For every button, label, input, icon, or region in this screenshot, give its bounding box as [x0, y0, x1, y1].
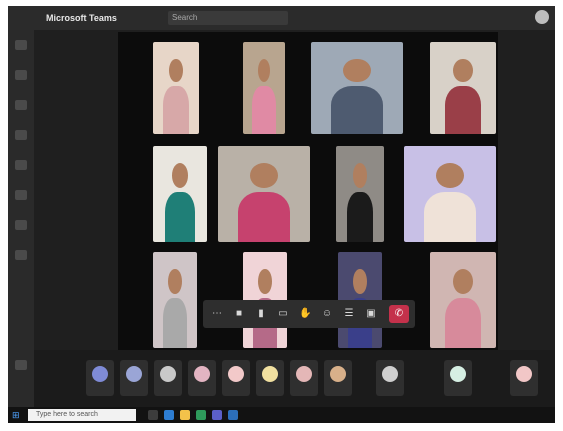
rail-item[interactable]: [15, 160, 27, 170]
video-tile[interactable]: [218, 146, 310, 242]
participant-tile[interactable]: [120, 360, 148, 396]
participant-tile[interactable]: [290, 360, 318, 396]
participant-body: [444, 298, 482, 348]
participant-face: [436, 163, 464, 189]
video-tile[interactable]: [153, 252, 197, 348]
share-screen-icon[interactable]: ▭: [277, 308, 289, 320]
title-bar: Microsoft Teams Search: [8, 6, 555, 30]
folder-icon[interactable]: [180, 410, 190, 420]
video-tile[interactable]: [404, 146, 496, 242]
rail-item[interactable]: [15, 220, 27, 230]
participant-avatar: [382, 366, 398, 382]
user-avatar[interactable]: [535, 10, 549, 24]
windows-start-icon[interactable]: ⊞: [12, 410, 22, 420]
edge-icon[interactable]: [164, 410, 174, 420]
participant-face: [343, 58, 371, 83]
video-tile[interactable]: [430, 42, 496, 134]
teams-window: Microsoft Teams Search ⋯ ■ ▮ ▭ ✋ ☺ ☰ ▣ ✆…: [8, 6, 555, 423]
participant-face: [453, 269, 473, 295]
participant-avatar: [450, 366, 466, 382]
participant-strip: [34, 350, 555, 407]
chat-icon[interactable]: ▣: [365, 308, 377, 320]
participant-avatar: [92, 366, 108, 382]
video-tile[interactable]: [153, 146, 207, 242]
participant-avatar: [194, 366, 210, 382]
participant-tile[interactable]: [188, 360, 216, 396]
participant-face: [258, 269, 272, 295]
more-actions-icon[interactable]: ⋯: [211, 308, 223, 320]
participant-avatar: [330, 366, 346, 382]
participant-body: [238, 192, 290, 242]
participant-face: [169, 58, 183, 83]
word-icon[interactable]: [228, 410, 238, 420]
participant-avatar: [126, 366, 142, 382]
participant-tile[interactable]: [86, 360, 114, 396]
rail-item[interactable]: [15, 190, 27, 200]
call-controls-bar: ⋯ ■ ▮ ▭ ✋ ☺ ☰ ▣ ✆: [203, 300, 415, 328]
participant-tile[interactable]: [376, 360, 404, 396]
participant-tile[interactable]: [510, 360, 538, 396]
participant-tile[interactable]: [222, 360, 250, 396]
search-input[interactable]: Search: [168, 11, 288, 25]
rail-item[interactable]: [15, 130, 27, 140]
video-tile[interactable]: [243, 42, 285, 134]
reactions-icon[interactable]: ☺: [321, 308, 333, 320]
participant-face: [168, 269, 182, 295]
teams-icon[interactable]: [212, 410, 222, 420]
participant-body: [444, 86, 482, 134]
participant-avatar: [262, 366, 278, 382]
windows-taskbar: ⊞ Type here to search: [8, 407, 555, 423]
left-rail: [8, 30, 34, 407]
participant-body: [252, 86, 276, 134]
participant-avatar: [296, 366, 312, 382]
participant-avatar: [516, 366, 532, 382]
raise-hand-icon[interactable]: ✋: [299, 308, 311, 320]
video-tile[interactable]: [153, 42, 199, 134]
phone-icon: ✆: [394, 308, 404, 319]
video-tile[interactable]: [336, 146, 384, 242]
participant-face: [453, 58, 473, 83]
excel-icon[interactable]: [196, 410, 206, 420]
participant-face: [353, 269, 367, 295]
rail-item[interactable]: [15, 250, 27, 260]
video-tile[interactable]: [311, 42, 403, 134]
participant-body: [346, 192, 374, 242]
camera-icon[interactable]: ■: [233, 308, 245, 320]
taskbar-search-input[interactable]: Type here to search: [28, 409, 136, 421]
rail-item[interactable]: [15, 40, 27, 50]
participants-icon[interactable]: ☰: [343, 308, 355, 320]
participant-avatar: [228, 366, 244, 382]
mic-icon[interactable]: ▮: [255, 308, 267, 320]
participant-body: [164, 192, 196, 242]
participant-tile[interactable]: [444, 360, 472, 396]
task-view-icon[interactable]: [148, 410, 158, 420]
participant-body: [331, 86, 383, 134]
participant-face: [250, 163, 278, 189]
rail-item[interactable]: [15, 360, 27, 370]
participant-tile[interactable]: [256, 360, 284, 396]
participant-body: [163, 86, 189, 134]
app-title: Microsoft Teams: [46, 13, 117, 23]
participant-tile[interactable]: [154, 360, 182, 396]
rail-item[interactable]: [15, 70, 27, 80]
participant-avatar: [160, 366, 176, 382]
rail-item[interactable]: [15, 100, 27, 110]
video-tile[interactable]: [430, 252, 496, 348]
participant-body: [162, 298, 188, 348]
participant-tile[interactable]: [324, 360, 352, 396]
leave-call-button[interactable]: ✆: [389, 305, 409, 323]
participant-body: [424, 192, 476, 242]
